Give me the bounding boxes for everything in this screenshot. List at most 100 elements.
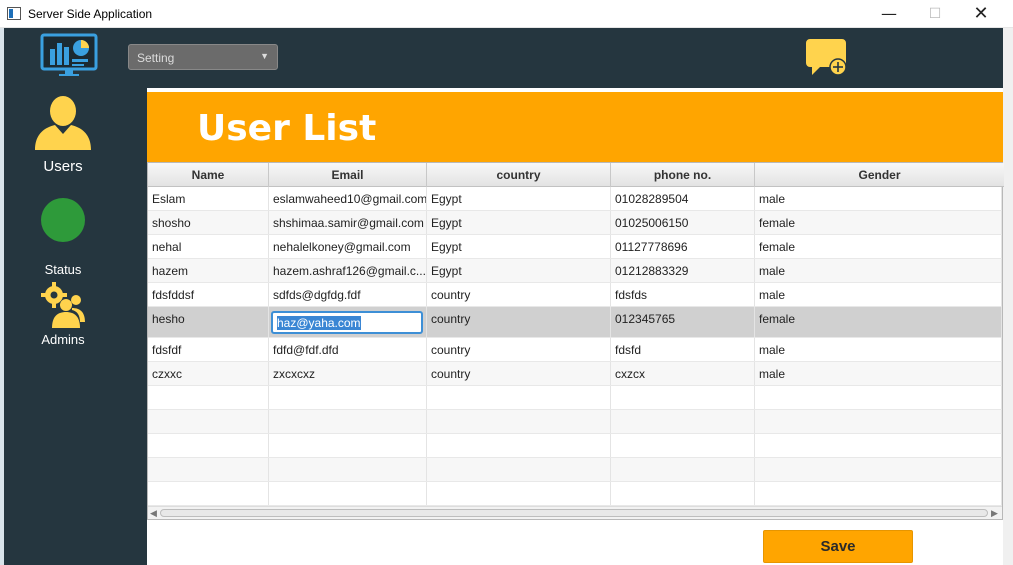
sidebar-item-label: Users [43, 158, 83, 175]
setting-dropdown-value: Setting [137, 51, 175, 65]
table-row[interactable]: nehal nehalelkoney@gmail.com Egypt 01127778… [148, 235, 1002, 259]
sidebar-item-admins[interactable]: Admins [4, 282, 122, 347]
window-border-right [1003, 28, 1013, 565]
table-cell[interactable]: sdfds@dgfdg.fdf [269, 283, 427, 306]
table-cell[interactable]: Egypt [427, 235, 611, 258]
sidebar: Users Status Admins [4, 28, 147, 565]
table-cell [148, 482, 269, 505]
table-cell[interactable]: shosho [148, 211, 269, 234]
save-button[interactable]: Save [763, 530, 913, 563]
setting-dropdown[interactable]: Setting ▼ [128, 44, 278, 70]
table-cell [269, 410, 427, 433]
table-cell [611, 434, 755, 457]
table-cell[interactable]: female [755, 235, 1002, 258]
maximize-button[interactable]: ☐ [912, 2, 958, 26]
table-cell[interactable]: nehalelkoney@gmail.com [269, 235, 427, 258]
table-cell [148, 434, 269, 457]
column-header-country[interactable]: country [427, 163, 611, 187]
table-cell [148, 410, 269, 433]
table-row-empty [148, 482, 1002, 506]
table-cell[interactable]: Egypt [427, 259, 611, 282]
table-cell[interactable]: female [755, 307, 1002, 337]
scrollbar-thumb[interactable] [160, 509, 988, 517]
table-cell [755, 434, 1002, 457]
table-cell[interactable]: Egypt [427, 211, 611, 234]
table-cell [611, 410, 755, 433]
app-icon [7, 7, 21, 20]
table-row[interactable]: shosho shshimaa.samir@gmail.com Egypt 01025… [148, 211, 1002, 235]
table-cell[interactable]: 01127778696 [611, 235, 755, 258]
sidebar-item-users[interactable]: Users [4, 94, 122, 175]
table-cell[interactable]: shshimaa.samir@gmail.com [269, 211, 427, 234]
table-cell[interactable]: nehal [148, 235, 269, 258]
table-cell[interactable]: country [427, 283, 611, 306]
column-header-email[interactable]: Email [269, 163, 427, 187]
page-header-banner: User List [147, 92, 1003, 162]
table-cell [269, 386, 427, 409]
user-icon [35, 96, 91, 150]
table-cell[interactable]: male [755, 338, 1002, 361]
table-cell[interactable]: 01028289504 [611, 187, 755, 210]
minimize-button[interactable]: — [866, 2, 912, 26]
chevron-down-icon: ▼ [260, 51, 269, 61]
column-header-name[interactable]: Name [148, 163, 269, 187]
table-cell[interactable]: male [755, 259, 1002, 282]
email-edit-field[interactable]: haz@yaha.com [271, 311, 423, 334]
admins-gear-icon [41, 282, 85, 328]
table-cell[interactable]: hazem [148, 259, 269, 282]
table-cell[interactable]: male [755, 362, 1002, 385]
table-cell[interactable]: country [427, 362, 611, 385]
dashboard-logo-icon [40, 33, 98, 76]
sidebar-item-label: Status [44, 262, 82, 277]
table-cell[interactable]: Egypt [427, 187, 611, 210]
table-cell [148, 386, 269, 409]
table-cell[interactable]: Eslam [148, 187, 269, 210]
column-header-phone[interactable]: phone no. [611, 163, 755, 187]
table-cell[interactable]: country [427, 338, 611, 361]
table-cell[interactable]: fdfd@fdf.dfd [269, 338, 427, 361]
close-button[interactable]: ✕ [958, 2, 1004, 26]
table-cell [611, 386, 755, 409]
table-cell[interactable]: country [427, 307, 611, 337]
table-cell[interactable]: hazem.ashraf126@gmail.c... [269, 259, 427, 282]
sidebar-item-status[interactable]: Status [4, 198, 122, 277]
table-row[interactable]: fdsfddsf sdfds@dgfdg.fdf country fdsfds male [148, 283, 1002, 307]
table-cell[interactable]: male [755, 283, 1002, 306]
table-cell[interactable]: zxcxcxz [269, 362, 427, 385]
table-cell[interactable]: czxxc [148, 362, 269, 385]
table-cell[interactable]: female [755, 211, 1002, 234]
table-cell[interactable]: eslamwaheed10@gmail.com [269, 187, 427, 210]
title-bar: Server Side Application — ☐ ✕ [0, 0, 1013, 28]
table-row[interactable]: Eslam eslamwaheed10@gmail.com Egypt 0102828… [148, 187, 1002, 211]
table-cell[interactable]: 01025006150 [611, 211, 755, 234]
table-cell [427, 482, 611, 505]
table-cell[interactable]: cxzcx [611, 362, 755, 385]
table-row-empty [148, 458, 1002, 482]
horizontal-scrollbar[interactable]: ◀ ▶ [148, 506, 1002, 519]
table-cell [427, 410, 611, 433]
table-cell[interactable]: fdsfddsf [148, 283, 269, 306]
table-cell[interactable]: fdsfds [611, 283, 755, 306]
table-row[interactable]: hazem hazem.ashraf126@gmail.c... Egypt 0121… [148, 259, 1002, 283]
table-row-empty [148, 386, 1002, 410]
table-cell[interactable]: male [755, 187, 1002, 210]
table-cell[interactable]: 012345765 [611, 307, 755, 337]
table-row[interactable]: fdsfdf fdfd@fdf.dfd country fdsfd male [148, 338, 1002, 362]
table-cell[interactable]: fdsfd [611, 338, 755, 361]
status-dot-icon [41, 198, 85, 242]
scroll-left-icon[interactable]: ◀ [150, 507, 157, 520]
table-row[interactable]: hesho country 012345765 female haz@yaha.com [148, 307, 1002, 338]
table-cell [755, 458, 1002, 481]
table-cell [755, 482, 1002, 505]
scroll-right-icon[interactable]: ▶ [991, 507, 998, 520]
column-header-gender[interactable]: Gender [755, 163, 1004, 187]
table-row[interactable]: czxxc zxcxcxz country cxzcx male [148, 362, 1002, 386]
table-cell [755, 410, 1002, 433]
table-cell[interactable]: fdsfdf [148, 338, 269, 361]
table-cell[interactable]: hesho [148, 307, 269, 337]
page-title: User List [197, 108, 377, 149]
table-row-empty [148, 410, 1002, 434]
table-cell[interactable]: 01212883329 [611, 259, 755, 282]
user-table[interactable]: Name Email country phone no. Gender Esla… [147, 162, 1004, 520]
chat-add-icon[interactable] [806, 37, 850, 79]
